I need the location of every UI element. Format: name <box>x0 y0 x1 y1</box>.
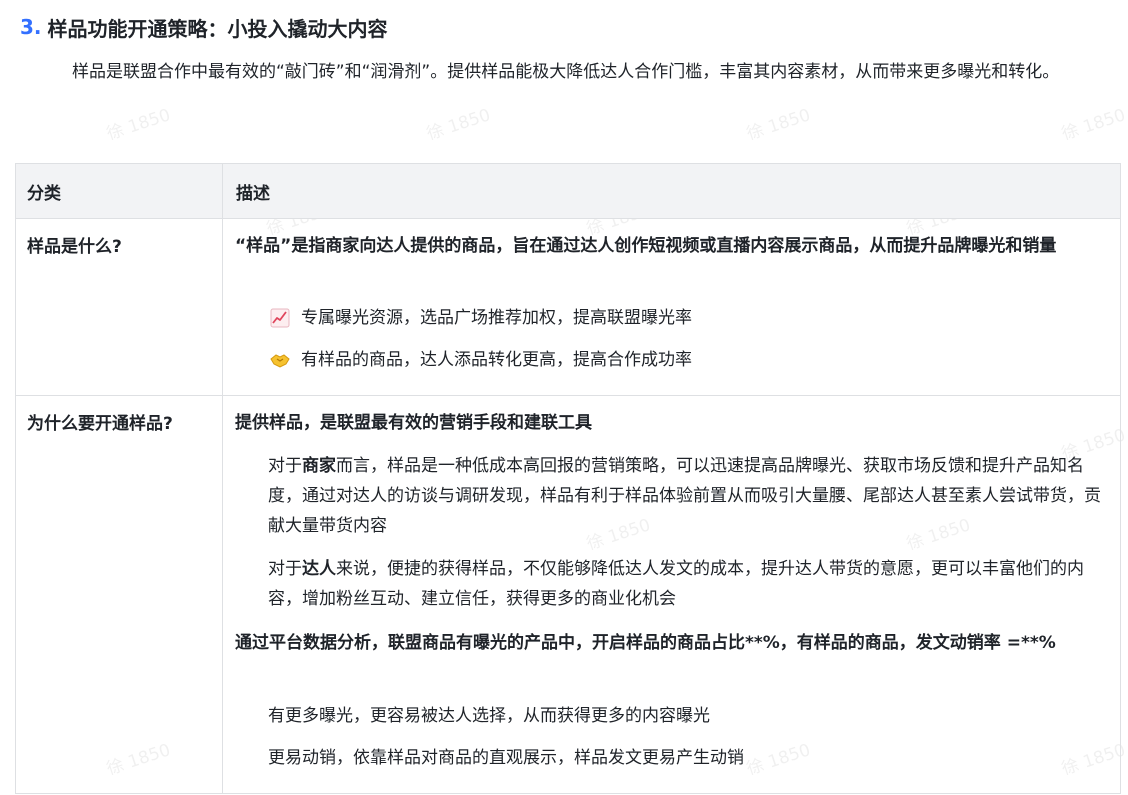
header-category-label: 分类 <box>27 184 61 204</box>
list-item: 有更多曝光，更容易被达人选择，从而获得更多的内容曝光 <box>268 706 710 726</box>
table-row: 样品是什么? “样品”是指商家向达人提供的商品，旨在通过达人创作短视频或直播内容… <box>16 219 1120 396</box>
list-item: 专属曝光资源，选品广场推荐加权，提高联盟曝光率 <box>270 303 692 333</box>
merchant-keyword: 商家 <box>302 456 336 476</box>
row-lead: 提供样品，是联盟最有效的营销手段和建联工具 <box>235 413 592 433</box>
watermark: 徐 1850 <box>104 105 173 145</box>
paragraph-prefix: 对于 <box>268 456 302 476</box>
category-label: 为什么要开通样品? <box>27 414 173 434</box>
sample-definition: “样品”是指商家向达人提供的商品，旨在通过达人创作短视频或直播内容展示商品，从而… <box>235 236 1057 256</box>
list-item: 更易动销，依靠样品对商品的直观展示，样品发文更易产生动销 <box>268 748 744 768</box>
category-cell: 为什么要开通样品? <box>16 396 223 793</box>
paragraph-text: 而言，样品是一种低成本高回报的营销策略，可以迅速提高品牌曝光、获取市场反馈和提升… <box>268 456 1101 536</box>
chart-increasing-icon <box>270 308 290 328</box>
merchant-paragraph: 对于商家而言，样品是一种低成本高回报的营销策略，可以迅速提高品牌曝光、获取市场反… <box>268 451 1104 541</box>
paragraph-prefix: 对于 <box>268 559 302 579</box>
watermark: 徐 1850 <box>744 105 813 145</box>
watermark: 徐 1850 <box>424 105 493 145</box>
category-label: 样品是什么? <box>27 237 122 257</box>
description-cell: “样品”是指商家向达人提供的商品，旨在通过达人创作短视频或直播内容展示商品，从而… <box>223 219 1120 395</box>
handshake-icon <box>270 354 290 368</box>
section-title: 样品功能开通策略：小投入撬动大内容 <box>47 16 388 41</box>
section-heading: 3. 样品功能开通策略：小投入撬动大内容 <box>20 12 388 42</box>
header-description-label: 描述 <box>236 184 270 204</box>
header-cell-description: 描述 <box>223 164 1120 218</box>
table-row: 为什么要开通样品? 提供样品，是联盟最有效的营销手段和建联工具 对于商家而言，样… <box>16 396 1120 793</box>
creator-paragraph: 对于达人来说，便捷的获得样品，不仅能够降低达人发文的成本，提升达人带货的意愿，更… <box>268 554 1104 614</box>
intro-paragraph: 样品是联盟合作中最有效的“敲门砖”和“润滑剂”。提供样品能极大降低达人合作门槛，… <box>72 62 1060 82</box>
bullet-text: 专属曝光资源，选品广场推荐加权，提高联盟曝光率 <box>301 308 692 328</box>
strategy-table: 分类 描述 样品是什么? “样品”是指商家向达人提供的商品，旨在通过达人创作短视… <box>15 163 1121 794</box>
bullet-text: 有样品的商品，达人添品转化更高，提高合作成功率 <box>301 350 692 370</box>
watermark: 徐 1850 <box>1059 105 1128 145</box>
section-number: 3. <box>20 15 42 39</box>
list-item: 有样品的商品，达人添品转化更高，提高合作成功率 <box>270 345 692 375</box>
stat-statement: 通过平台数据分析，联盟商品有曝光的产品中，开启样品的商品占比**%，有样品的商品… <box>235 633 1056 653</box>
header-cell-category: 分类 <box>16 164 223 218</box>
description-cell: 提供样品，是联盟最有效的营销手段和建联工具 对于商家而言，样品是一种低成本高回报… <box>223 396 1120 793</box>
category-cell: 样品是什么? <box>16 219 223 395</box>
table-header-row: 分类 描述 <box>16 164 1120 219</box>
creator-keyword: 达人 <box>302 559 336 579</box>
paragraph-text: 来说，便捷的获得样品，不仅能够降低达人发文的成本，提升达人带货的意愿，更可以丰富… <box>268 559 1084 609</box>
